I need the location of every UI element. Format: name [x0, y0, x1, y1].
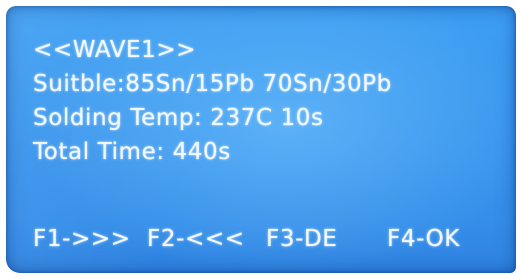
softkey-bar: F1->>> F2-<<< F3-DE F4-OK	[33, 228, 460, 251]
device-bezel: <<WAVE1>> Suitble:85Sn/15Pb 70Sn/30Pb So…	[0, 0, 522, 279]
f2-prev-key[interactable]: F2-<<<	[147, 228, 266, 251]
f1-next-key[interactable]: F1->>>	[33, 228, 147, 251]
total-time-text: Total Time: 440s	[33, 139, 231, 165]
suitable-alloys-text: Suitble:85Sn/15Pb 70Sn/30Pb	[33, 71, 392, 97]
lcd-screen: <<WAVE1>> Suitble:85Sn/15Pb 70Sn/30Pb So…	[6, 6, 516, 273]
soldering-temp-text: Solding Temp: 237C 10s	[33, 105, 324, 131]
f4-ok-key[interactable]: F4-OK	[387, 228, 460, 251]
f3-delete-key[interactable]: F3-DE	[266, 228, 387, 251]
profile-title: <<WAVE1>>	[33, 37, 197, 63]
